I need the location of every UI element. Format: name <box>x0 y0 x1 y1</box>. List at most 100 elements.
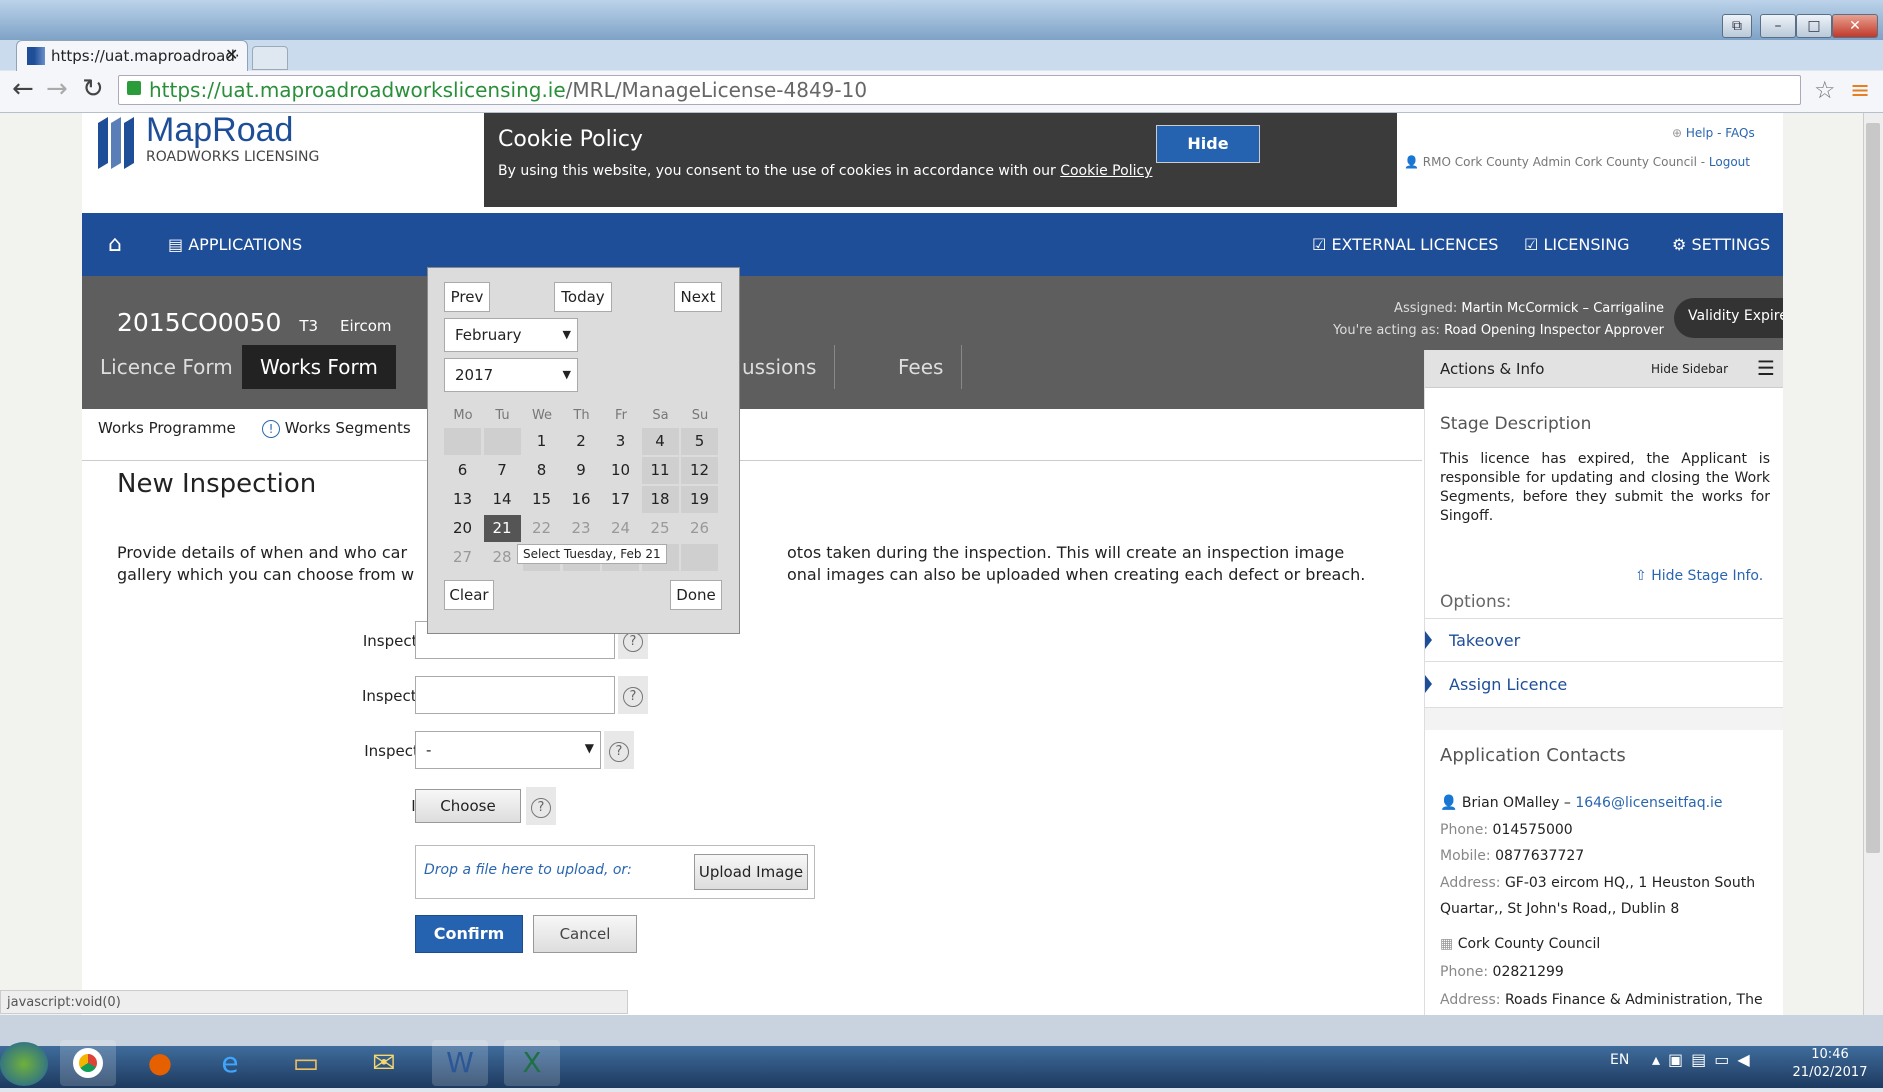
calendar-day[interactable]: 13 <box>444 486 481 513</box>
calendar-day[interactable]: 2 <box>563 428 600 455</box>
calendar-day[interactable]: 22 <box>523 515 560 542</box>
page-scrollbar[interactable] <box>1863 113 1883 1015</box>
minimize-button[interactable]: – <box>1760 14 1796 38</box>
chrome-taskbar-icon[interactable] <box>60 1040 116 1086</box>
bookmark-star-icon[interactable]: ☆ <box>1814 76 1836 104</box>
next-month-button[interactable]: Next <box>674 282 722 312</box>
calendar-day[interactable]: 25 <box>642 515 679 542</box>
tab-fees[interactable]: Fees <box>880 345 963 389</box>
done-button[interactable]: Done <box>670 580 722 610</box>
acting-value: Road Opening Inspector Approver <box>1444 323 1664 338</box>
calendar-day[interactable]: 27 <box>444 544 481 571</box>
clock[interactable]: 10:46 21/02/2017 <box>1790 1046 1870 1082</box>
year-select[interactable]: 2017 ▼ <box>444 358 578 392</box>
explorer-taskbar-icon[interactable]: ▭ <box>278 1040 334 1086</box>
help-faqs-link[interactable]: ⊕ Help - FAQs <box>1672 126 1755 140</box>
tab-close-icon[interactable]: ✕ <box>225 45 238 64</box>
calendar-day[interactable]: 19 <box>681 486 718 513</box>
type-help-icon[interactable]: ? <box>604 731 634 769</box>
calendar-day[interactable]: 3 <box>602 428 639 455</box>
calendar-day[interactable]: 12 <box>681 457 718 484</box>
inspector-help-icon[interactable]: ? <box>526 787 556 825</box>
hamburger-icon[interactable]: ☰ <box>1757 356 1775 380</box>
calendar-day[interactable]: 20 <box>444 515 481 542</box>
start-button-icon[interactable] <box>0 1042 48 1086</box>
confirm-button[interactable]: Confirm <box>415 915 523 953</box>
calendar-day[interactable]: 23 <box>563 515 600 542</box>
outlook-taskbar-icon[interactable]: ✉ <box>356 1040 412 1086</box>
browser-tab[interactable]: https://uat.maproadroad· ✕ <box>16 40 248 71</box>
nav-applications[interactable]: ▤ APPLICATIONS <box>168 232 302 258</box>
contact-1-name: Brian OMalley – <box>1461 795 1571 811</box>
logo-name: MapRoad <box>146 113 294 149</box>
calendar-day[interactable]: 6 <box>444 457 481 484</box>
system-tray-icons[interactable]: ▴▣▤▭◀ <box>1652 1050 1758 1069</box>
reload-icon[interactable]: ↻ <box>82 74 104 104</box>
new-tab-button[interactable] <box>252 46 288 70</box>
calendar-day[interactable]: 26 <box>681 515 718 542</box>
takeover-option[interactable]: Takeover <box>1425 618 1783 662</box>
cookie-policy-link[interactable]: Cookie Policy <box>1060 163 1152 179</box>
language-indicator[interactable]: EN <box>1610 1052 1629 1068</box>
menu-icon[interactable]: ≡ <box>1850 76 1870 104</box>
excel-taskbar-icon[interactable]: X <box>504 1040 560 1086</box>
close-window-button[interactable]: ✕ <box>1832 14 1878 38</box>
today-button[interactable]: Today <box>554 282 612 312</box>
time-help-icon[interactable]: ? <box>618 676 648 714</box>
subtab-works-segments[interactable]: ! Works Segments <box>262 419 411 438</box>
hide-stage-link[interactable]: ⇧ Hide Stage Info. <box>1635 568 1763 584</box>
address-bar[interactable]: https://uat.maproadroadworkslicensing.ie… <box>118 75 1801 105</box>
calendar-day[interactable]: 18 <box>641 486 679 513</box>
calendar-day[interactable]: 21 <box>483 515 521 542</box>
back-arrow-icon[interactable]: ← <box>12 74 34 104</box>
scrollbar-thumb[interactable] <box>1866 123 1880 853</box>
tab-works-form[interactable]: Works Form <box>242 345 396 389</box>
weekday-header: Su <box>691 408 709 423</box>
calendar-day[interactable]: 14 <box>484 486 521 513</box>
calendar-day[interactable]: 28 <box>484 544 521 571</box>
ie-taskbar-icon[interactable]: e <box>202 1040 258 1086</box>
calendar-day[interactable]: 16 <box>563 486 600 513</box>
nav-licensing[interactable]: ☑ LICENSING <box>1524 232 1630 258</box>
subtab-works-programme[interactable]: Works Programme <box>98 419 236 437</box>
firefox-taskbar-icon[interactable]: ● <box>132 1040 188 1086</box>
nav-settings[interactable]: ⚙ SETTINGS <box>1672 232 1770 258</box>
calendar-day[interactable]: 9 <box>563 457 600 484</box>
year-value: 2017 <box>455 366 494 384</box>
upload-image-button[interactable]: Upload Image <box>694 854 808 890</box>
calendar-day[interactable]: 17 <box>602 486 639 513</box>
calendar-day[interactable]: 8 <box>523 457 560 484</box>
maximize-button[interactable]: □ <box>1796 14 1832 38</box>
home-icon[interactable]: ⌂ <box>108 232 122 258</box>
window-restore-button[interactable]: ⧉ <box>1722 14 1752 38</box>
nav-external-licences[interactable]: ☑ EXTERNAL LICENCES <box>1312 232 1498 258</box>
choose-inspector-button[interactable]: Choose <box>415 789 521 823</box>
inspection-time-input[interactable] <box>415 676 615 714</box>
logout-link[interactable]: Logout <box>1709 155 1750 169</box>
cancel-button[interactable]: Cancel <box>533 915 637 953</box>
calendar-day[interactable]: 1 <box>523 428 560 455</box>
hide-sidebar-link[interactable]: Hide Sidebar <box>1651 362 1728 376</box>
calendar-day[interactable]: 5 <box>681 428 718 455</box>
desc-line-1-right: otos taken during the inspection. This w… <box>787 543 1345 562</box>
assign-licence-option[interactable]: Assign Licence <box>1425 662 1783 708</box>
word-taskbar-icon[interactable]: W <box>432 1040 488 1086</box>
tab-licence-form[interactable]: Licence Form <box>82 345 251 389</box>
calendar-day[interactable]: 15 <box>523 486 560 513</box>
inspection-type-select[interactable]: - ▼ <box>415 731 601 769</box>
month-select[interactable]: February ▼ <box>444 318 578 352</box>
tab-discussions[interactable]: ussions <box>742 345 836 389</box>
upload-dropzone[interactable]: Drop a file here to upload, or: Upload I… <box>415 845 815 899</box>
sidebar-header: Actions & Info Hide Sidebar ☰ <box>1425 350 1783 388</box>
calendar-day[interactable]: 24 <box>602 515 639 542</box>
calendar-day[interactable]: 10 <box>602 457 639 484</box>
calendar-day[interactable]: 7 <box>484 457 521 484</box>
contact-1-email[interactable]: 1646@licenseitfaq.ie <box>1575 795 1722 811</box>
prev-month-button[interactable]: Prev <box>444 282 490 312</box>
hide-cookie-button[interactable]: Hide <box>1156 125 1260 163</box>
clear-date-button[interactable]: Clear <box>444 580 494 610</box>
calendar-day[interactable]: 4 <box>641 428 679 455</box>
calendar-day[interactable]: 11 <box>641 457 679 484</box>
forward-arrow-icon[interactable]: → <box>46 74 68 104</box>
lock-icon <box>127 81 141 95</box>
